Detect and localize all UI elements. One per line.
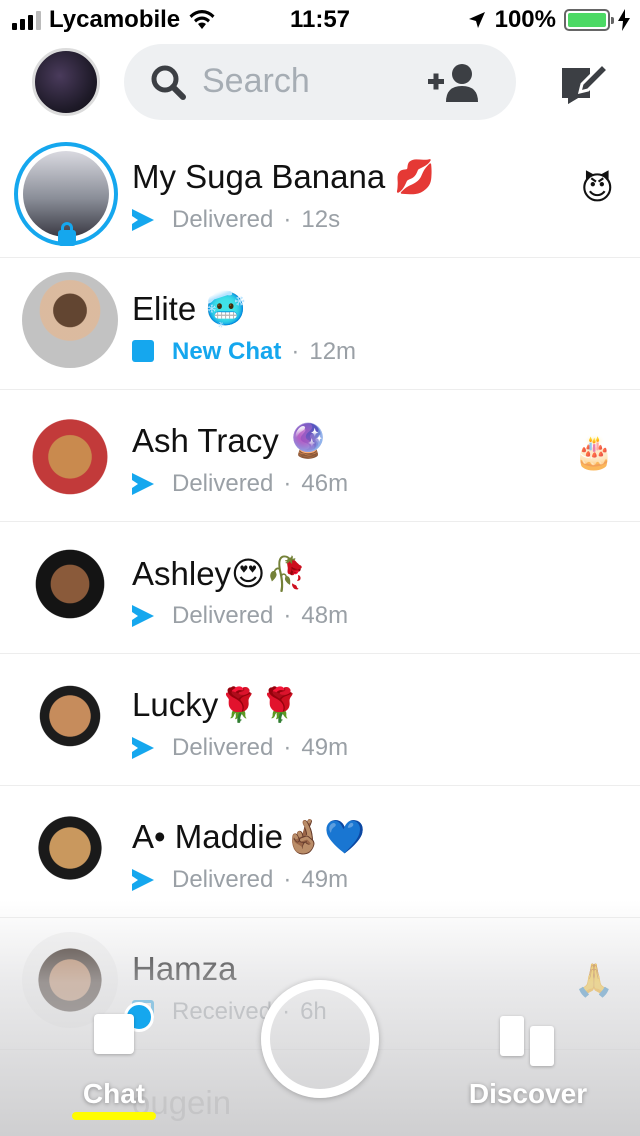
status-separator: · — [283, 734, 292, 761]
search-placeholder: Search — [202, 62, 310, 100]
friend-emoji: 🎂 — [574, 434, 614, 470]
lock-icon — [58, 222, 76, 246]
status-text: Delivered — [172, 602, 274, 629]
status-separator: · — [283, 866, 292, 893]
nav-chat-tab[interactable]: Chat — [72, 1014, 156, 1124]
chat-name: Ashley😍🥀 — [132, 555, 307, 592]
chat-row[interactable]: My Suga Banana 💋 Delivered · 12s 😈 — [0, 126, 640, 258]
profile-avatar[interactable] — [32, 48, 100, 116]
delivered-arrow-icon — [132, 604, 156, 628]
chat-status: Delivered · 48m — [132, 602, 348, 630]
status-text: Delivered — [172, 734, 274, 761]
chat-status: New Chat · 12m — [132, 338, 356, 366]
chat-name: Lucky🌹🌹 — [132, 686, 301, 723]
chat-status: Delivered · 49m — [132, 866, 348, 894]
friend-emoji: 😈 — [580, 170, 614, 206]
add-friend-icon[interactable] — [426, 62, 480, 102]
chat-status: Delivered · 49m — [132, 734, 348, 762]
chat-name: Ash Tracy 🔮 — [132, 422, 329, 459]
search-icon — [151, 65, 186, 100]
active-tab-indicator — [72, 1112, 156, 1120]
new-chat-icon[interactable] — [558, 58, 610, 104]
status-text: Delivered — [172, 206, 274, 233]
status-time: 12s — [301, 206, 341, 233]
location-arrow-icon — [468, 12, 485, 28]
capture-button[interactable] — [261, 980, 379, 1098]
nav-chat-label: Chat — [82, 1078, 146, 1109]
delivered-arrow-icon — [132, 868, 156, 892]
chat-row[interactable]: A• Maddie🤞🏽💙 Delivered · 49m — [0, 786, 640, 918]
nav-discover-tab[interactable]: Discover — [462, 1016, 594, 1116]
search-bar[interactable]: Search — [124, 44, 516, 120]
status-time: 49m — [301, 866, 349, 893]
battery-icon — [564, 9, 614, 31]
chat-tab-icon — [94, 1014, 134, 1054]
chat-row[interactable]: Elite 🥶 New Chat · 12m — [0, 258, 640, 390]
status-time: 46m — [301, 470, 349, 497]
group-avatar[interactable] — [22, 272, 118, 368]
chat-status: Delivered · 46m — [132, 470, 348, 498]
bitmoji-avatar[interactable] — [22, 668, 118, 764]
chat-name: A• Maddie🤞🏽💙 — [132, 818, 366, 855]
status-separator: · — [283, 206, 292, 233]
delivered-arrow-icon — [132, 736, 156, 760]
chat-name: My Suga Banana 💋 — [132, 158, 436, 195]
chat-row[interactable]: Ashley😍🥀 Delivered · 48m — [0, 522, 640, 654]
status-text: Delivered — [172, 470, 274, 497]
chat-name: Elite 🥶 — [132, 290, 247, 327]
header: Search — [0, 40, 640, 126]
bitmoji-avatar[interactable] — [22, 800, 118, 896]
chat-bubble-icon — [132, 340, 156, 364]
bottom-nav: Chat Discover — [0, 960, 640, 1136]
battery-percent: 100% — [494, 6, 556, 33]
battery-group: 100% — [467, 6, 630, 34]
status-time: 48m — [301, 602, 349, 629]
bitmoji-avatar[interactable] — [22, 536, 118, 632]
status-text: Delivered — [172, 866, 274, 893]
delivered-arrow-icon — [132, 208, 156, 232]
status-bar: Lycamobile 11:57 100% — [0, 0, 640, 40]
bitmoji-avatar[interactable] — [22, 404, 118, 500]
chat-list: My Suga Banana 💋 Delivered · 12s 😈 Elite… — [0, 126, 640, 1050]
status-time: 12m — [309, 338, 357, 365]
chat-row[interactable]: Lucky🌹🌹 Delivered · 49m — [0, 654, 640, 786]
status-separator: · — [291, 338, 300, 365]
status-time: 49m — [301, 734, 349, 761]
status-text: New Chat — [172, 338, 282, 365]
charging-bolt-icon — [618, 9, 630, 31]
chat-status: Delivered · 12s — [132, 206, 340, 234]
discover-icon — [500, 1016, 556, 1066]
nav-discover-label: Discover — [468, 1078, 588, 1109]
chat-row[interactable]: Ash Tracy 🔮 Delivered · 46m 🎂 — [0, 390, 640, 522]
status-separator: · — [283, 602, 292, 629]
delivered-arrow-icon — [132, 472, 156, 496]
status-separator: · — [283, 470, 292, 497]
